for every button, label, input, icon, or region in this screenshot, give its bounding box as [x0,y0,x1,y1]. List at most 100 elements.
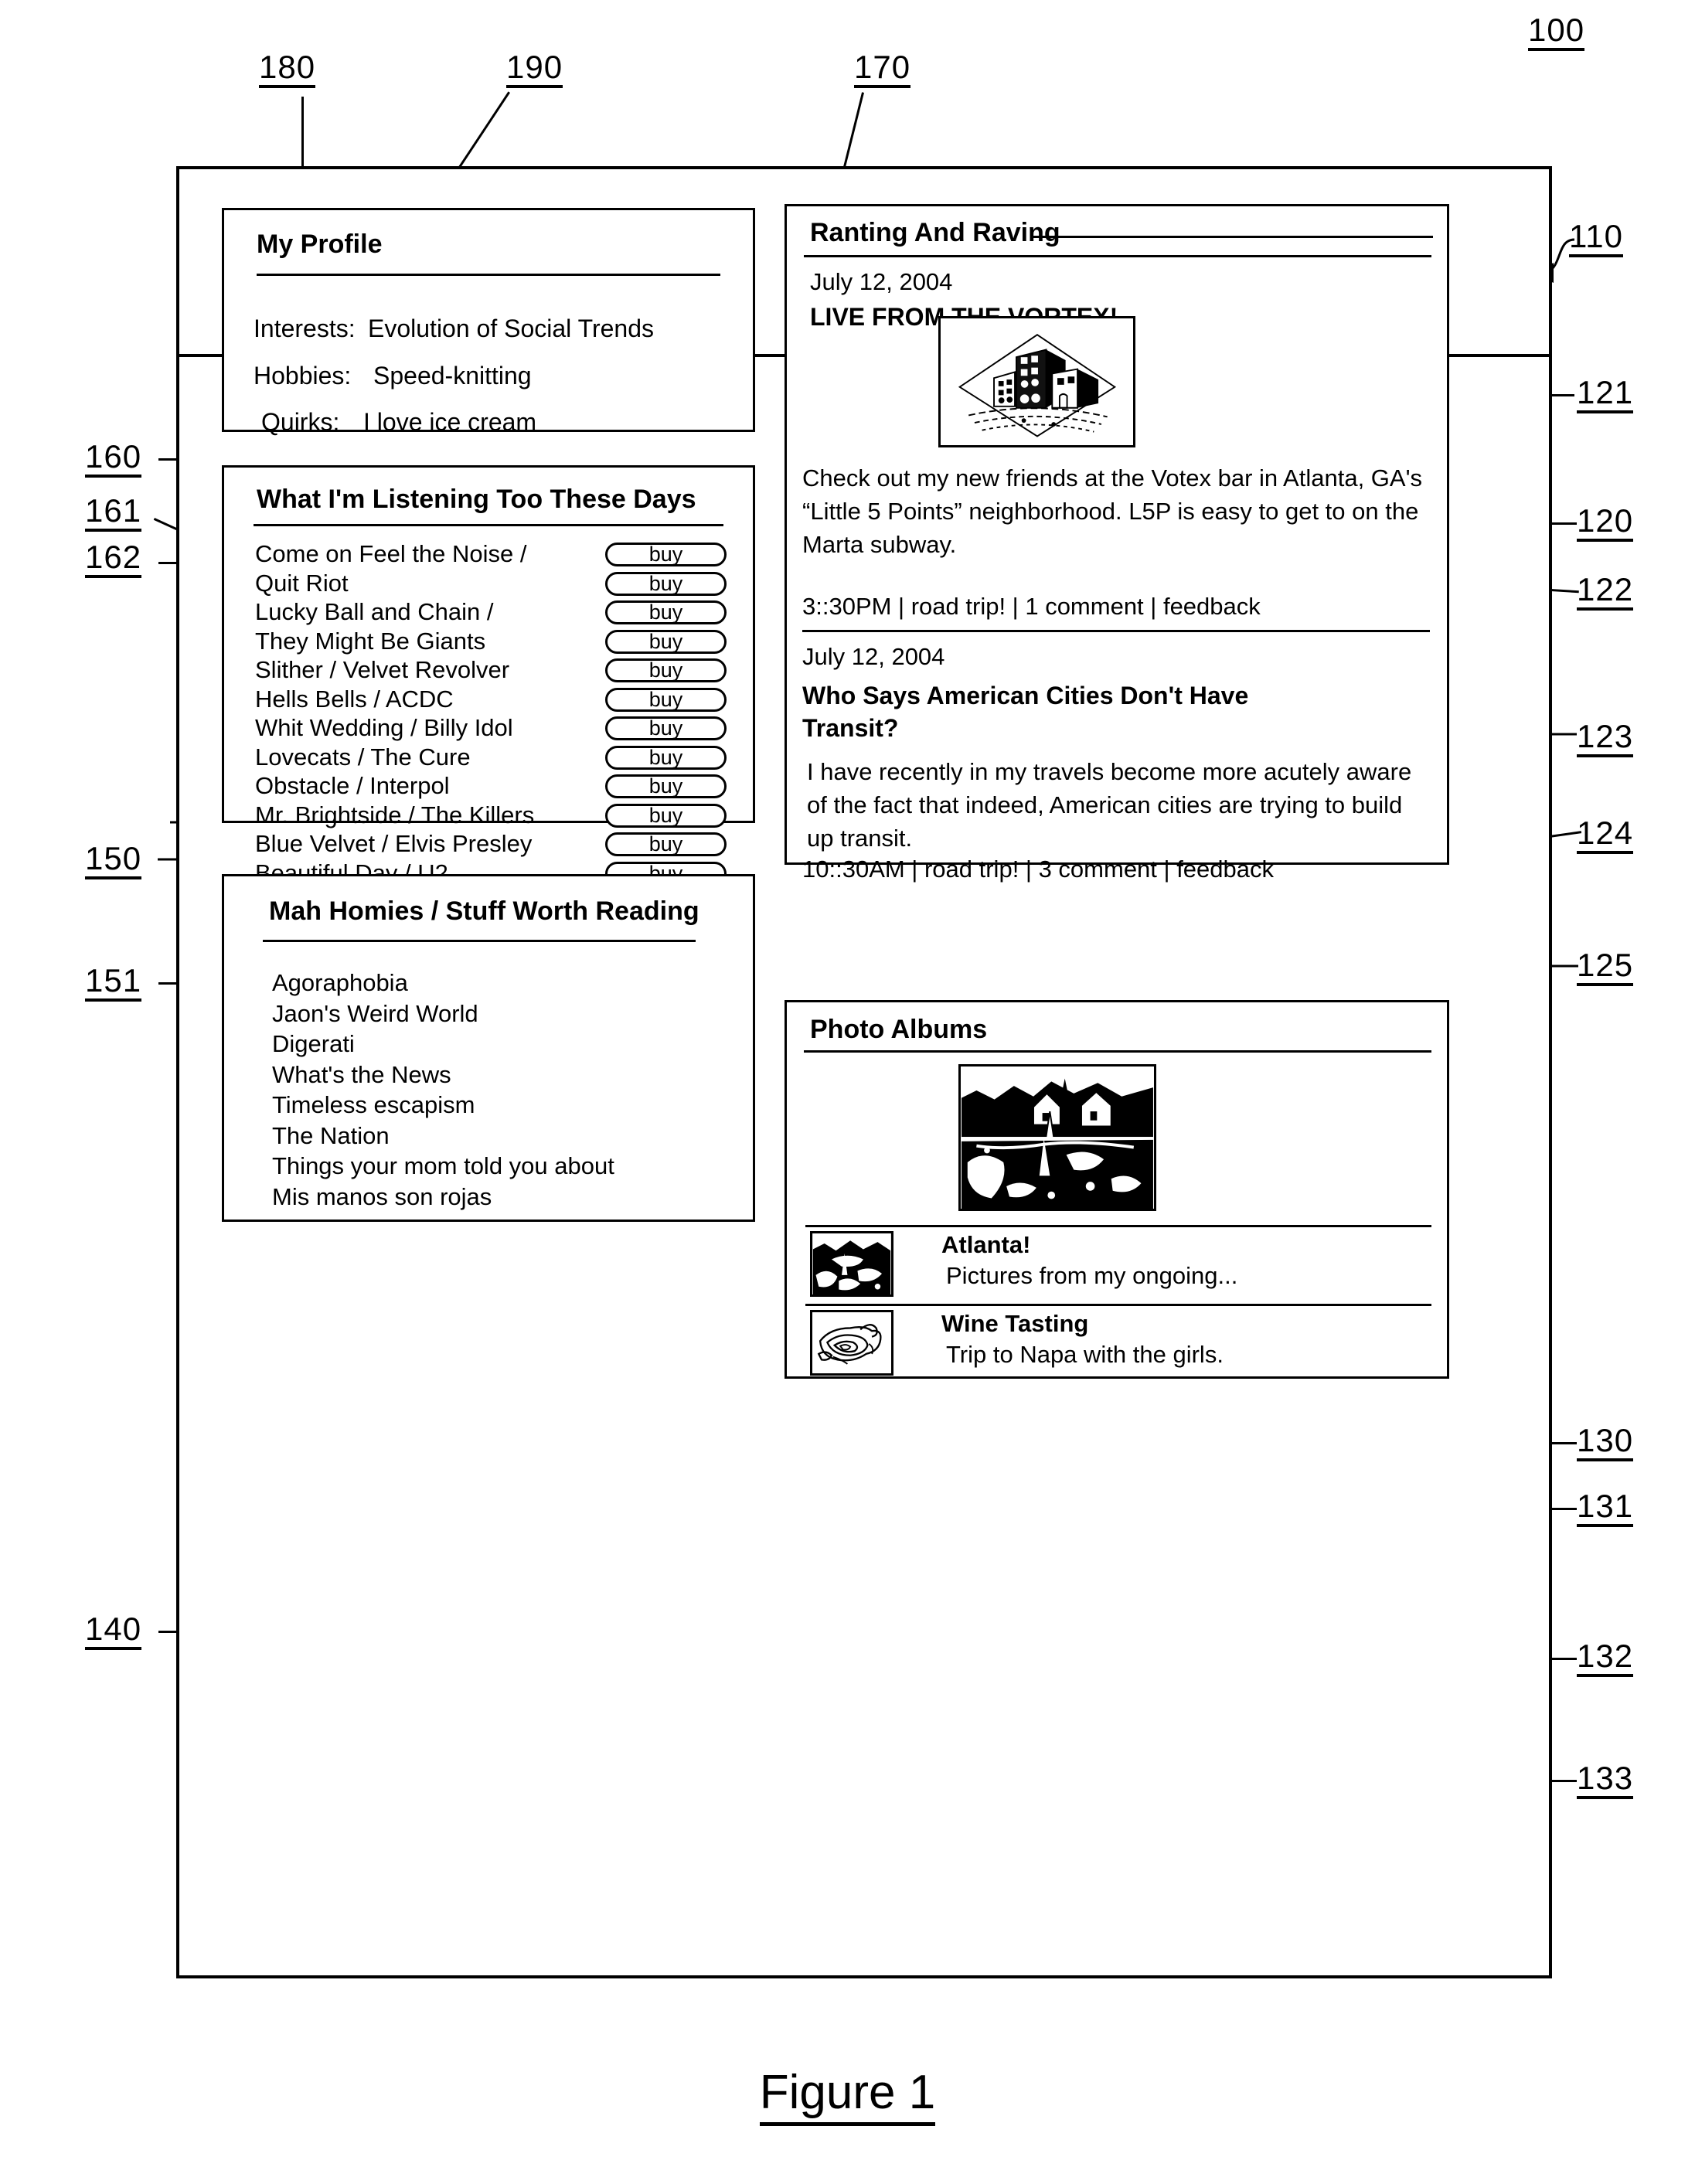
track-label: Whit Wedding / Billy Idol [255,714,513,741]
album-title: Wine Tasting [941,1310,1089,1337]
buy-button[interactable]: buy [605,658,727,682]
buy-button[interactable]: buy [605,543,727,566]
buy-button[interactable]: buy [605,716,727,740]
music-track-row: Quit Riot buy [255,570,727,600]
music-track-row: Slither / Velvet Revolver buy [255,656,727,686]
music-track-list: Come on Feel the Noise / buy Quit Riot b… [255,540,727,889]
blog-entry-meta[interactable]: 3::30PM | road trip! | 1 comment | feedb… [802,593,1261,621]
album-text: Wine Tasting Trip to Napa with the girls… [941,1310,1224,1369]
music-track-row: Mr. Brightside / The Killers buy [255,801,727,832]
profile-field-value: I love ice cream [363,408,537,436]
list-item[interactable]: Digerati [272,1029,614,1060]
ref-130: 130 [1577,1424,1634,1461]
photos-separator [805,1225,1431,1227]
ref-123: 123 [1577,720,1634,757]
photos-title-rule [804,1050,1431,1053]
music-title-rule [254,524,723,526]
list-item[interactable]: What's the News [272,1060,614,1090]
links-list: Agoraphobia Jaon's Weird World Digerati … [272,968,614,1212]
blog-entry-separator [802,630,1430,632]
ref-161: 161 [85,495,142,532]
ref-160: 160 [85,441,142,478]
figure-caption: Figure 1 [0,2065,1695,2126]
music-track-row: Lucky Ball and Chain / buy [255,598,727,628]
album-title: Atlanta! [941,1231,1031,1258]
album-subtitle: Trip to Napa with the girls. [946,1341,1224,1368]
profile-title-rule [257,274,720,276]
buy-button[interactable]: buy [605,774,727,798]
track-label: They Might Be Giants [255,627,486,655]
buy-button[interactable]: buy [605,803,727,828]
links-title-rule [263,940,696,942]
track-label: Lovecats / The Cure [255,743,471,771]
buy-button[interactable]: buy [605,571,727,596]
list-item[interactable]: Things your mom told you about [272,1151,614,1182]
music-track-row: They Might Be Giants buy [255,628,727,658]
track-label: Lucky Ball and Chain / [255,598,494,625]
blog-entry-date: July 12, 2004 [802,643,945,670]
profile-field-label: Quirks: [261,408,340,436]
ref-132: 132 [1577,1640,1634,1677]
buy-button[interactable]: buy [605,687,727,712]
ref-190: 190 [506,51,563,88]
profile-panel-title: My Profile [257,230,383,259]
album-row[interactable]: Wine Tasting Trip to Napa with the girls… [810,1310,1224,1376]
buy-button[interactable]: buy [605,600,727,624]
album-thumbnail [810,1231,893,1297]
track-label: Quit Riot [255,569,349,597]
ref-170: 170 [854,51,911,88]
track-label: Hells Bells / ACDC [255,685,454,713]
profile-field-hobbies: Hobbies: Speed-knitting [254,362,532,390]
ref-121: 121 [1577,376,1634,413]
buy-button[interactable]: buy [605,745,727,770]
music-track-row: Hells Bells / ACDC buy [255,685,727,716]
buy-button[interactable]: buy [605,629,727,654]
profile-field-label: Interests: [254,315,356,342]
music-panel: What I'm Listening Too These Days Come o… [222,465,755,886]
figure-canvas: 100 180 190 170 110 121 120 122 123 124 … [0,0,1695,2184]
blog-entry-body: I have recently in my travels become mor… [807,758,1412,852]
track-label: Obstacle / Interpol [255,772,450,799]
blog-entry-image [938,316,1135,447]
links-panel-title: Mah Homies / Stuff Worth Reading [269,896,699,926]
music-track-row: Lovecats / The Cure buy [255,743,727,774]
music-track-row: Blue Velvet / Elvis Presley buy [255,830,727,860]
profile-field-value: Evolution of Social Trends [368,315,654,342]
buy-button[interactable]: buy [605,832,727,856]
blog-title-line [1033,236,1433,238]
blog-panel: Ranting And Raving July 12, 2004 LIVE FR… [785,204,1449,883]
profile-field-quirks: Quirks: I love ice cream [261,408,536,437]
ref-162: 162 [85,541,142,578]
profile-field-label: Hobbies: [254,362,352,390]
blog-panel-title: Ranting And Raving [810,218,1060,247]
photos-separator [805,1304,1431,1306]
list-item[interactable]: Agoraphobia [272,968,614,998]
featured-photo[interactable] [958,1064,1156,1211]
album-text: Atlanta! Pictures from my ongoing... [941,1231,1237,1290]
profile-page-window: Leslie Online This is my personal messag… [176,166,1552,1978]
profile-field-value: Speed-knitting [373,362,532,390]
ref-120: 120 [1577,505,1634,542]
list-item[interactable]: Mis manos son rojas [272,1182,614,1213]
profile-panel: My Profile Interests: Evolution of Socia… [222,208,755,556]
ref-131: 131 [1577,1490,1634,1527]
album-row[interactable]: Atlanta! Pictures from my ongoing... [810,1231,1237,1297]
track-label: Come on Feel the Noise / [255,540,527,567]
ref-124: 124 [1577,817,1634,854]
list-item[interactable]: Jaon's Weird World [272,998,614,1029]
ref-151: 151 [85,964,142,1002]
blog-entry-headline: Who Says American Cities Don't Have Tran… [802,682,1249,742]
list-item[interactable]: Timeless escapism [272,1090,614,1121]
ref-180: 180 [259,51,316,88]
blog-entry-body: Check out my new friends at the Votex ba… [802,464,1423,558]
wine-tasting-thumbnail [812,1312,891,1373]
music-panel-title: What I'm Listening Too These Days [257,485,696,514]
photos-panel-title: Photo Albums [810,1015,988,1044]
list-item[interactable]: The Nation [272,1121,614,1152]
ref-125: 125 [1577,949,1634,986]
album-thumbnail [810,1310,893,1376]
ref-100: 100 [1528,14,1585,51]
blog-entry-meta[interactable]: 10::30AM | road trip! | 3 comment | feed… [802,856,1274,883]
ref-133: 133 [1577,1762,1634,1799]
ref-150: 150 [85,842,142,879]
